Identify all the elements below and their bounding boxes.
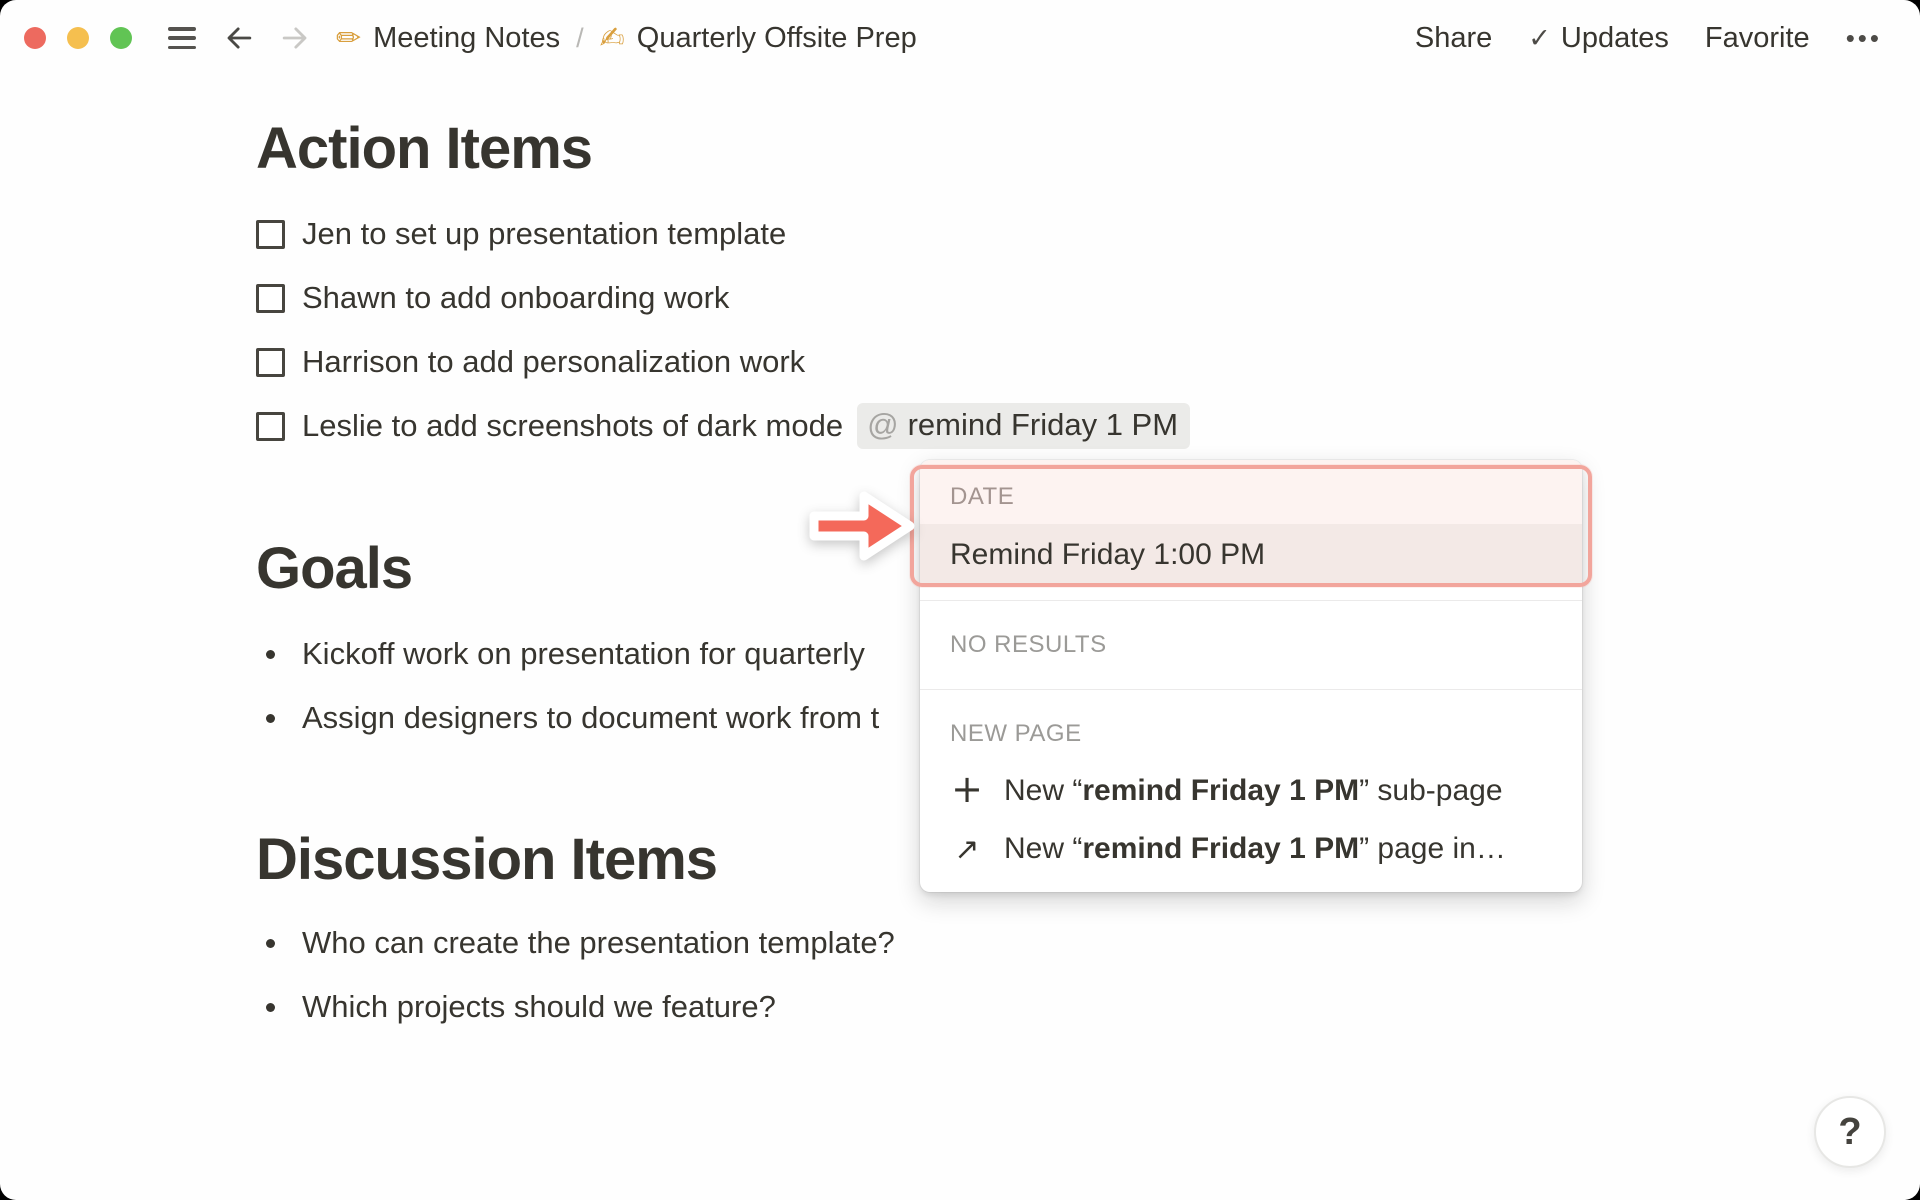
pencil-emoji-icon: ✏ — [336, 20, 362, 56]
todo-checkbox[interactable] — [256, 347, 285, 377]
bullet-icon — [256, 938, 285, 948]
date-section: DATE Remind Friday 1:00 PM — [920, 460, 1582, 586]
breadcrumb-separator: / — [576, 22, 584, 53]
annotation-arrow-icon — [809, 491, 915, 561]
back-arrow-icon[interactable] — [224, 23, 254, 53]
date-mention-token[interactable]: @ remind Friday 1 PM — [857, 403, 1191, 449]
topbar-actions: Share ✓ Updates Favorite ••• — [1415, 22, 1882, 55]
list-item-text[interactable]: Which projects should we feature? — [302, 989, 776, 1025]
list-item-text[interactable]: Kickoff work on presentation for quarter… — [302, 636, 865, 672]
new-page-section: NEW PAGE + New “remind Friday 1 PM” sub-… — [920, 690, 1582, 892]
todo-row: Harrison to add personalization work — [256, 330, 1190, 394]
new-page-in-text: New “remind Friday 1 PM” page in… — [1004, 832, 1506, 865]
mention-suggestion-popup: DATE Remind Friday 1:00 PM NO RESULTS NE… — [910, 460, 1592, 892]
close-button[interactable] — [24, 27, 46, 49]
new-subpage-text: New “remind Friday 1 PM” sub-page — [1004, 774, 1503, 807]
todo-row: Shawn to add onboarding work — [256, 266, 1190, 330]
todo-text[interactable]: Shawn to add onboarding work — [302, 280, 729, 316]
app-window: ✏ Meeting Notes / ✍ Quarterly Offsite Pr… — [0, 0, 1920, 1200]
zoom-button[interactable] — [110, 27, 132, 49]
help-button[interactable]: ? — [1814, 1096, 1886, 1168]
discussion-items-heading: Discussion Items — [256, 827, 718, 892]
plus-icon: + — [951, 767, 983, 811]
new-page-in-option[interactable]: ↗ New “remind Friday 1 PM” page in… — [920, 820, 1582, 878]
updates-button[interactable]: ✓ Updates — [1528, 22, 1669, 55]
check-icon: ✓ — [1528, 22, 1551, 54]
breadcrumb-current-page[interactable]: Quarterly Offsite Prep — [637, 22, 917, 55]
new-subpage-option[interactable]: + New “remind Friday 1 PM” sub-page — [920, 762, 1582, 820]
no-results-section: NO RESULTS — [920, 601, 1582, 689]
updates-label: Updates — [1560, 21, 1669, 54]
share-label: Share — [1414, 21, 1493, 54]
todo-text[interactable]: Harrison to add personalization work — [302, 344, 805, 380]
todo-text[interactable]: Jen to set up presentation template — [302, 216, 786, 252]
at-sign-icon: @ — [867, 407, 899, 442]
action-items-heading: Action Items — [256, 116, 593, 181]
todo-checkbox[interactable] — [256, 283, 285, 313]
remind-date-option[interactable]: Remind Friday 1:00 PM — [920, 524, 1582, 586]
discussion-list: Who can create the presentation template… — [256, 911, 895, 1039]
arrow-up-right-icon: ↗ — [954, 831, 980, 867]
favorite-button[interactable]: Favorite — [1705, 22, 1810, 55]
minimize-button[interactable] — [67, 27, 89, 49]
writing-hand-emoji-icon: ✍ — [599, 20, 625, 56]
topbar: ✏ Meeting Notes / ✍ Quarterly Offsite Pr… — [0, 0, 1920, 76]
list-item-text[interactable]: Assign designers to document work from t — [302, 700, 879, 736]
goals-heading: Goals — [256, 536, 413, 601]
breadcrumb-meeting-notes[interactable]: Meeting Notes — [373, 22, 560, 55]
bullet-icon — [256, 649, 285, 659]
bullet-icon — [256, 1002, 285, 1012]
traffic-lights — [24, 27, 132, 49]
new-page-label: NEW PAGE — [950, 720, 1082, 747]
bullet-icon — [256, 713, 285, 723]
todo-row: Leslie to add screenshots of dark mode @… — [256, 394, 1191, 458]
todo-row: Jen to set up presentation template — [256, 202, 1190, 266]
todo-list: Jen to set up presentation template Shaw… — [256, 202, 1191, 458]
todo-checkbox[interactable] — [256, 411, 285, 441]
list-item-text[interactable]: Who can create the presentation template… — [302, 925, 895, 961]
forward-arrow-icon[interactable] — [280, 23, 310, 53]
date-section-label: DATE — [950, 483, 1015, 510]
mention-query-text: remind Friday 1 PM — [907, 407, 1179, 442]
todo-checkbox[interactable] — [256, 219, 285, 249]
no-results-label: NO RESULTS — [950, 631, 1107, 658]
todo-text[interactable]: Leslie to add screenshots of dark mode — [302, 408, 843, 444]
more-options-button[interactable]: ••• — [1846, 23, 1882, 54]
share-button[interactable]: Share — [1415, 22, 1492, 55]
list-item: Who can create the presentation template… — [256, 911, 895, 975]
hamburger-menu-icon[interactable] — [168, 27, 196, 49]
list-item: Which projects should we feature? — [256, 975, 895, 1039]
favorite-label: Favorite — [1704, 21, 1810, 54]
breadcrumb: ✏ Meeting Notes / ✍ Quarterly Offsite Pr… — [336, 21, 917, 56]
